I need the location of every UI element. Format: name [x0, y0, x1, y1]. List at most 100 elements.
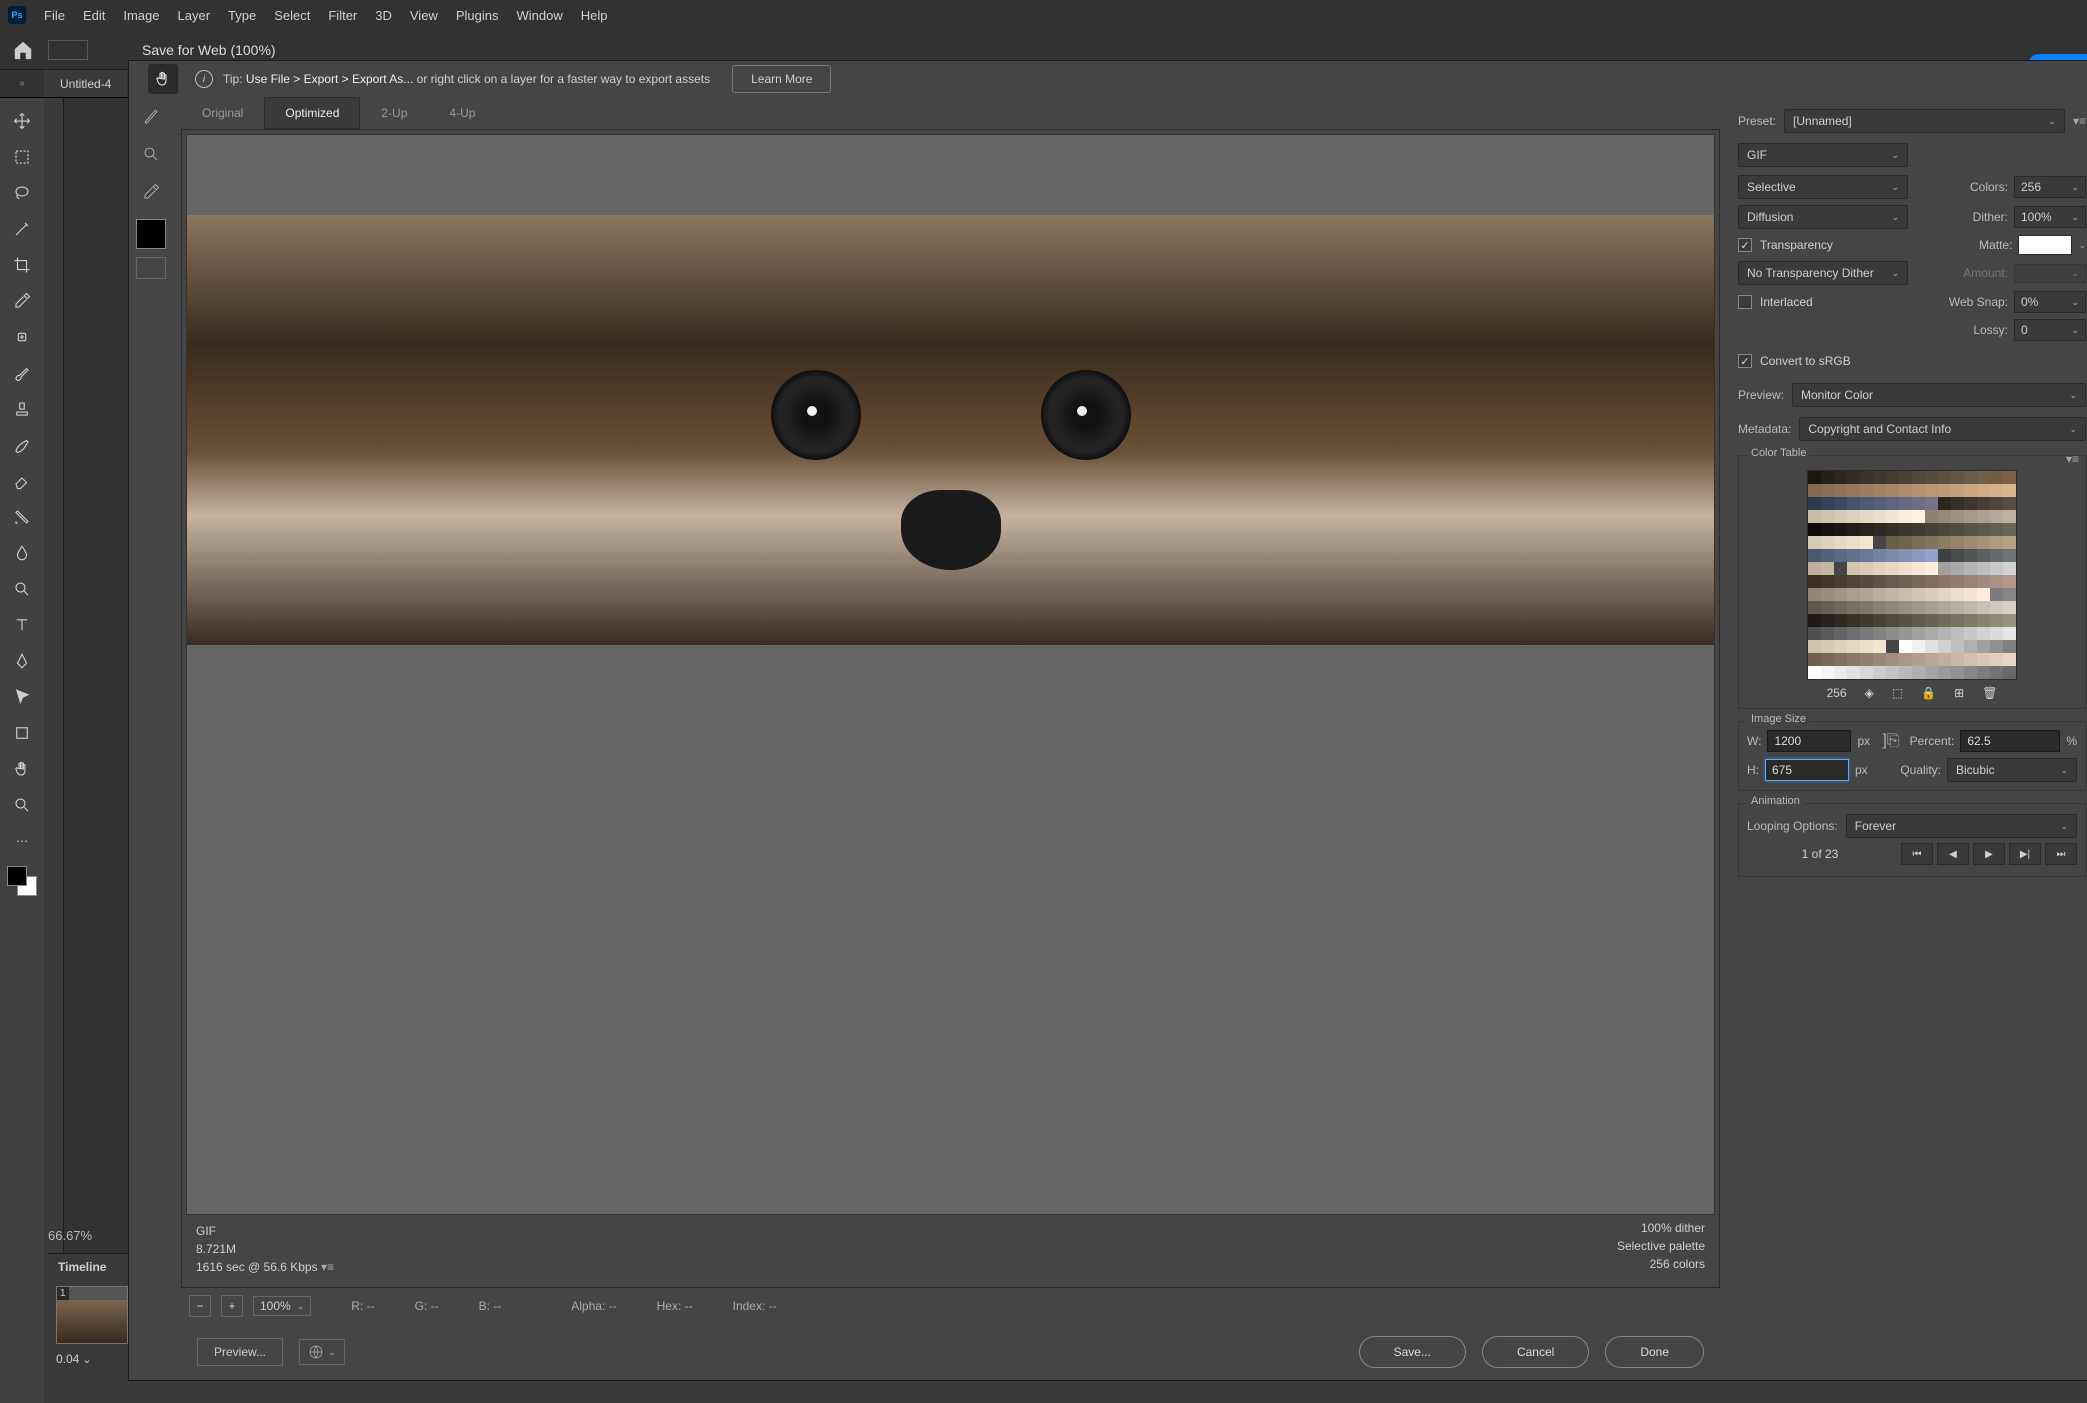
- brush-tool[interactable]: [7, 358, 37, 388]
- history-brush-tool[interactable]: [7, 430, 37, 460]
- quality-select[interactable]: Bicubic⌄: [1947, 758, 2077, 782]
- eraser-tool[interactable]: [7, 466, 37, 496]
- metadata-select[interactable]: Copyright and Contact Info⌄: [1799, 417, 2086, 441]
- dodge-tool[interactable]: [7, 574, 37, 604]
- cancel-button[interactable]: Cancel: [1482, 1336, 1589, 1368]
- menu-select[interactable]: Select: [274, 8, 310, 23]
- matte-dropdown[interactable]: ⌄: [2078, 240, 2086, 251]
- eyedropper-tool[interactable]: [7, 286, 37, 316]
- first-frame-button[interactable]: ⏮: [1901, 843, 1933, 865]
- color-table-menu-icon[interactable]: ▾≡: [2066, 452, 2079, 466]
- tab-4up[interactable]: 4-Up: [428, 97, 496, 129]
- tab-2up[interactable]: 2-Up: [360, 97, 428, 129]
- marquee-tool[interactable]: [7, 142, 37, 172]
- trans-dither-select[interactable]: No Transparency Dither⌄: [1738, 261, 1908, 285]
- last-frame-button[interactable]: ⏭: [2045, 843, 2077, 865]
- edit-toolbar[interactable]: ⋯: [7, 826, 37, 856]
- metadata-label: Metadata:: [1738, 422, 1791, 436]
- prev-frame-button[interactable]: ◀: [1937, 843, 1969, 865]
- zoom-out-button[interactable]: −: [189, 1295, 211, 1317]
- color-table[interactable]: [1807, 470, 2017, 680]
- websnap-select[interactable]: 0%⌄: [2014, 291, 2086, 313]
- ct-new-icon[interactable]: ⊞: [1954, 686, 1964, 700]
- ct-icon-1[interactable]: ◈: [1865, 686, 1874, 700]
- format-select[interactable]: GIF⌄: [1738, 143, 1908, 167]
- reduction-select[interactable]: Selective⌄: [1738, 175, 1908, 199]
- menu-layer[interactable]: Layer: [178, 8, 211, 23]
- srgb-checkbox[interactable]: [1738, 354, 1752, 368]
- play-button[interactable]: ▶: [1973, 843, 2005, 865]
- animation-section: Animation Looping Options: Forever⌄ 1 of…: [1738, 803, 2086, 877]
- menu-window[interactable]: Window: [516, 8, 562, 23]
- zoom-select[interactable]: 100%⌄: [253, 1296, 311, 1316]
- interlaced-checkbox[interactable]: [1738, 295, 1752, 309]
- preview-button[interactable]: Preview...: [197, 1338, 283, 1366]
- readout-hex: Hex: --: [657, 1299, 693, 1313]
- panel-collapse-icon[interactable]: »: [0, 78, 44, 89]
- preview-select[interactable]: Monitor Color⌄: [1792, 383, 2086, 407]
- dialog-eyedropper-tool[interactable]: [136, 177, 166, 207]
- height-input[interactable]: [1765, 759, 1849, 781]
- dialog-hand-tool[interactable]: [148, 64, 178, 94]
- hand-tool[interactable]: [7, 754, 37, 784]
- loop-select[interactable]: Forever⌄: [1846, 814, 2077, 838]
- ct-lock-icon[interactable]: 🔒: [1921, 686, 1936, 700]
- tab-optimized[interactable]: Optimized: [264, 97, 360, 129]
- wand-tool[interactable]: [7, 214, 37, 244]
- document-tab[interactable]: Untitled-4: [44, 70, 127, 97]
- link-icon[interactable]: ]⎘: [1882, 732, 1899, 750]
- menu-3d[interactable]: 3D: [375, 8, 392, 23]
- lossy-select[interactable]: 0⌄: [2014, 319, 2086, 341]
- eyedropper-color[interactable]: [136, 219, 166, 249]
- color-swatches[interactable]: [7, 866, 37, 896]
- loop-label: Looping Options:: [1747, 819, 1838, 833]
- heal-tool[interactable]: [7, 322, 37, 352]
- zoom-in-button[interactable]: +: [221, 1295, 243, 1317]
- tool-preset[interactable]: [48, 40, 88, 60]
- path-select-tool[interactable]: [7, 682, 37, 712]
- shape-tool[interactable]: [7, 718, 37, 748]
- menu-filter[interactable]: Filter: [328, 8, 357, 23]
- home-icon[interactable]: [12, 39, 34, 61]
- menu-edit[interactable]: Edit: [83, 8, 105, 23]
- blur-tool[interactable]: [7, 538, 37, 568]
- colors-select[interactable]: 256⌄: [2014, 176, 2086, 198]
- browser-preview-button[interactable]: ⌄: [299, 1339, 345, 1365]
- type-tool[interactable]: [7, 610, 37, 640]
- menu-type[interactable]: Type: [228, 8, 256, 23]
- learn-more-button[interactable]: Learn More: [732, 65, 831, 93]
- preset-select[interactable]: [Unnamed]⌄: [1784, 109, 2065, 133]
- dialog-slice-tool[interactable]: [136, 101, 166, 131]
- menu-view[interactable]: View: [410, 8, 438, 23]
- save-button[interactable]: Save...: [1359, 1336, 1466, 1368]
- done-button[interactable]: Done: [1605, 1336, 1704, 1368]
- preset-menu-icon[interactable]: ▾≡: [2073, 114, 2086, 128]
- dither-method-select[interactable]: Diffusion⌄: [1738, 205, 1908, 229]
- lasso-tool[interactable]: [7, 178, 37, 208]
- frame-thumb-1[interactable]: 1: [56, 1286, 128, 1344]
- next-frame-button[interactable]: ▶|: [2009, 843, 2041, 865]
- stamp-tool[interactable]: [7, 394, 37, 424]
- transparency-checkbox[interactable]: [1738, 238, 1752, 252]
- dither-value-select[interactable]: 100%⌄: [2014, 206, 2086, 228]
- width-input[interactable]: [1767, 730, 1851, 752]
- preview-canvas[interactable]: [186, 134, 1715, 1215]
- gradient-tool[interactable]: [7, 502, 37, 532]
- menu-help[interactable]: Help: [581, 8, 608, 23]
- zoom-tool[interactable]: [7, 790, 37, 820]
- menu-image[interactable]: Image: [123, 8, 159, 23]
- crop-tool[interactable]: [7, 250, 37, 280]
- ct-icon-2[interactable]: ⬚: [1892, 686, 1903, 700]
- ct-trash-icon[interactable]: 🗑: [1982, 686, 1997, 700]
- menu-file[interactable]: File: [44, 8, 65, 23]
- info-menu-icon[interactable]: ▾≡: [321, 1260, 334, 1274]
- matte-swatch[interactable]: [2018, 235, 2072, 255]
- px-label-2: px: [1855, 763, 1868, 777]
- dialog-zoom-tool[interactable]: [136, 139, 166, 169]
- slice-visibility-toggle[interactable]: [136, 257, 166, 279]
- move-tool[interactable]: [7, 106, 37, 136]
- percent-input[interactable]: [1960, 730, 2060, 752]
- tab-original[interactable]: Original: [181, 97, 264, 129]
- menu-plugins[interactable]: Plugins: [456, 8, 499, 23]
- pen-tool[interactable]: [7, 646, 37, 676]
